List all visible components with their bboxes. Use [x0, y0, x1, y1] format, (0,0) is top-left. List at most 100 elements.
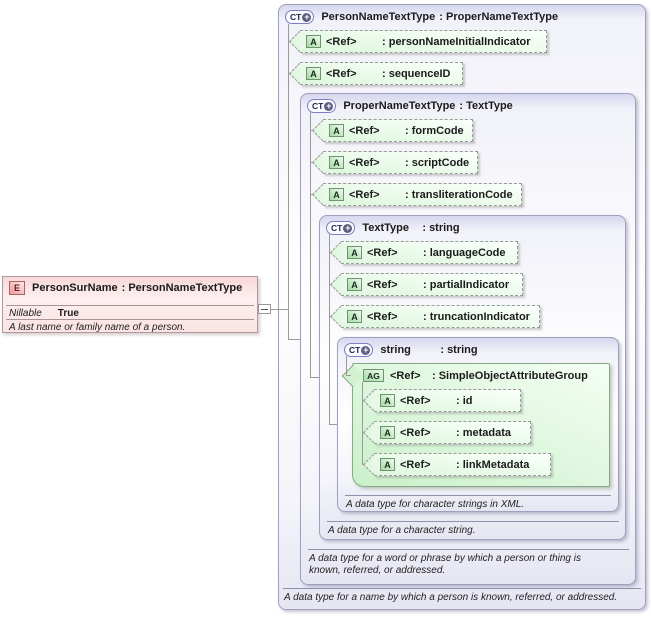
attr-name: : metadata	[456, 426, 512, 439]
separator-line	[345, 495, 611, 496]
ct-icon-label: CT	[312, 101, 324, 111]
type-base: : ProperNameTextType	[439, 11, 559, 23]
attr-ref-label: <Ref>	[367, 278, 398, 291]
attribute-icon: A	[306, 35, 321, 48]
attr-ref-label: <Ref>	[326, 35, 357, 48]
complextype-header-PersonNameTextType[interactable]: CT + PersonNameTextType: ProperNameTextTy…	[285, 9, 558, 25]
annotation-propernametexttype: A data type for a word or phrase by whic…	[309, 553, 581, 576]
separator-line	[327, 521, 619, 522]
attr-ref-label: <Ref>	[367, 246, 398, 259]
complextype-header-TextType[interactable]: CT + TextType : string	[326, 220, 460, 236]
schema-diagram: CT + PersonNameTextType: ProperNameTextTy…	[0, 0, 651, 618]
attribute-partialIndicator[interactable]: A <Ref> : partialIndicator	[329, 273, 523, 296]
nillable-row: Nillable True	[9, 308, 79, 319]
separator-line	[283, 588, 641, 589]
connector-line	[329, 424, 337, 425]
element-description: A last name or family name of a person.	[9, 322, 186, 333]
plus-icon: +	[324, 100, 334, 111]
attr-ref-label: <Ref>	[349, 188, 380, 201]
attr-name: : linkMetadata	[456, 458, 530, 471]
attribute-scriptCode[interactable]: A <Ref> : scriptCode	[311, 151, 478, 174]
attr-name: : partialIndicator	[423, 278, 510, 291]
attribute-icon: A	[329, 124, 344, 137]
attribute-transliterationCode[interactable]: A <Ref> : transliterationCode	[311, 183, 522, 206]
attr-ref-label: <Ref>	[400, 426, 431, 439]
element-title: PersonSurName: PersonNameTextType	[32, 282, 242, 294]
attribute-personNameInitialIndicator[interactable]: A <Ref> : personNameInitialIndicator	[288, 30, 547, 53]
complex-type-icon: CT +	[326, 221, 356, 235]
attr-ref-label: <Ref>	[349, 124, 380, 137]
type-base: : TextType	[459, 100, 513, 112]
nillable-label: Nillable	[9, 308, 42, 319]
connector-line	[310, 377, 319, 378]
type-name: string	[380, 344, 411, 356]
complextype-header-ProperNameTextType[interactable]: CT + ProperNameTextType: TextType	[307, 98, 513, 114]
complextype-header-string[interactable]: CT + string: string	[344, 342, 478, 358]
attribute-icon: A	[380, 458, 395, 471]
attr-name: : truncationIndicator	[423, 310, 530, 323]
attr-ref-label: <Ref>	[349, 156, 380, 169]
annotation-string: A data type for character strings in XML…	[346, 499, 525, 510]
element-name: PersonSurName	[32, 282, 118, 294]
attribute-linkMetadata[interactable]: A <Ref> : linkMetadata	[362, 453, 551, 476]
type-title: string: string	[380, 344, 477, 356]
type-name: ProperNameTextType	[343, 100, 456, 112]
tree-trunk	[329, 234, 330, 424]
separator-line	[308, 549, 629, 550]
minus-icon	[261, 308, 268, 310]
divider	[6, 319, 254, 320]
nillable-value: True	[57, 308, 79, 319]
attribute-sequenceID[interactable]: A <Ref> : sequenceID	[288, 62, 463, 85]
ct-icon-label: CT	[349, 345, 361, 355]
ct-icon-label: CT	[331, 223, 343, 233]
attribute-formCode[interactable]: A <Ref> : formCode	[311, 119, 473, 142]
attr-name: : transliterationCode	[405, 188, 513, 201]
connector-line	[346, 375, 351, 376]
attribute-truncationIndicator[interactable]: A <Ref> : truncationIndicator	[329, 305, 540, 328]
complex-type-icon: CT +	[285, 10, 315, 24]
attr-ref-label: <Ref>	[367, 310, 398, 323]
element-box-PersonSurName[interactable]: E PersonSurName: PersonNameTextType Nill…	[2, 276, 258, 333]
attribute-id[interactable]: A <Ref> : id	[362, 389, 521, 412]
plus-icon: +	[361, 344, 371, 355]
attribute-icon: A	[329, 188, 344, 201]
tree-trunk	[288, 24, 289, 339]
ct-icon-label: CT	[290, 12, 302, 22]
element-type: : PersonNameTextType	[121, 282, 243, 294]
attribute-icon: A	[347, 310, 362, 323]
tree-trunk	[346, 356, 347, 376]
annotation-texttype: A data type for a character string.	[328, 525, 476, 536]
collapse-toggle[interactable]	[258, 304, 271, 314]
attr-name: : sequenceID	[382, 67, 451, 80]
attr-name: : scriptCode	[405, 156, 470, 169]
attribute-metadata[interactable]: A <Ref> : metadata	[362, 421, 531, 444]
divider	[6, 305, 254, 306]
attribute-group-header[interactable]: AG <Ref> : SimpleObjectAttributeGroup	[363, 369, 596, 382]
type-name: TextType	[362, 222, 410, 234]
tree-trunk	[362, 382, 363, 464]
type-title: ProperNameTextType: TextType	[343, 100, 512, 112]
attr-name: : formCode	[405, 124, 464, 137]
connector-line	[288, 339, 300, 340]
attr-ref-label: <Ref>	[326, 67, 357, 80]
attr-name: : id	[456, 394, 473, 407]
group-ref-label: <Ref>	[390, 369, 421, 382]
attribute-icon: A	[329, 156, 344, 169]
attr-name: : personNameInitialIndicator	[382, 35, 531, 48]
complex-type-icon: CT +	[307, 99, 337, 113]
tree-trunk	[310, 112, 311, 377]
element-icon: E	[9, 281, 25, 295]
plus-icon: +	[302, 11, 312, 22]
type-name: PersonNameTextType	[321, 11, 436, 23]
attribute-group-icon: AG	[363, 369, 384, 382]
attribute-languageCode[interactable]: A <Ref> : languageCode	[329, 241, 518, 264]
annotation-personnametexttype: A data type for a name by which a person…	[284, 592, 618, 603]
attribute-icon: A	[380, 426, 395, 439]
attribute-icon: A	[380, 394, 395, 407]
type-base: : string	[422, 222, 460, 234]
plus-icon: +	[343, 222, 353, 233]
attr-name: : languageCode	[423, 246, 506, 259]
complex-type-icon: CT +	[344, 343, 374, 357]
attr-ref-label: <Ref>	[400, 458, 431, 471]
type-title: PersonNameTextType: ProperNameTextType	[321, 11, 558, 23]
